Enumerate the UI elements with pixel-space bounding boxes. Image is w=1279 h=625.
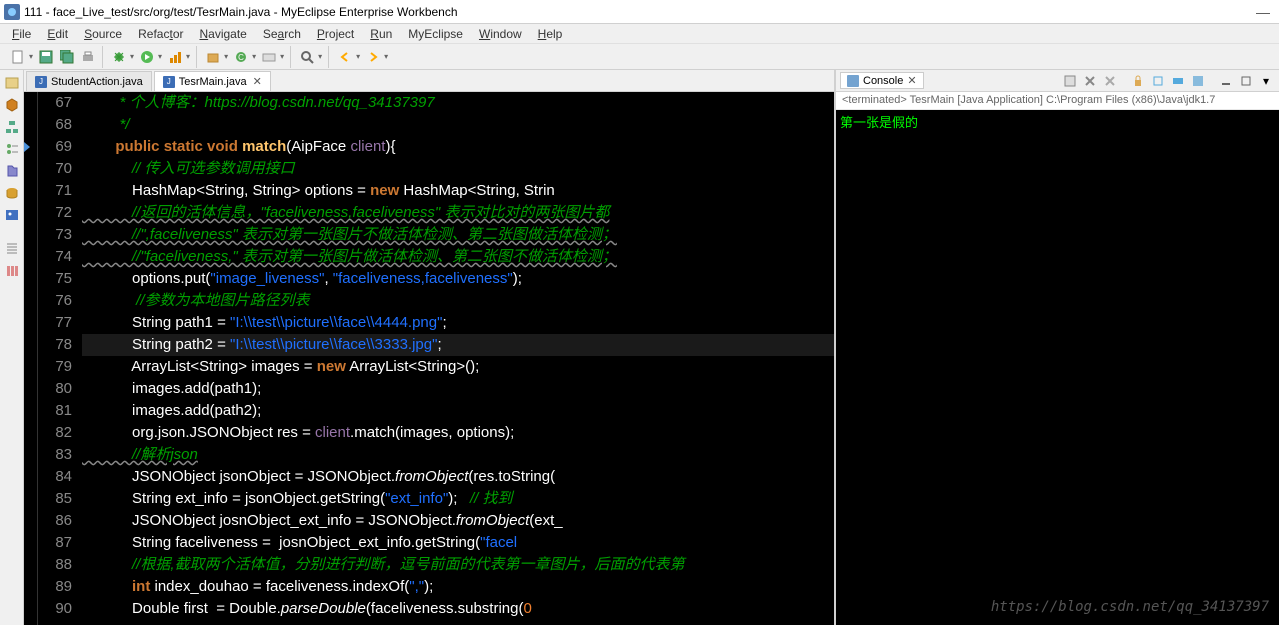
editor-area: J StudentAction.java J TesrMain.java ✕ 6… [24, 70, 834, 625]
marker-bar [24, 92, 38, 625]
menu-refactor[interactable]: Refactor [130, 25, 191, 43]
package-button[interactable] [203, 47, 223, 67]
dropdown-icon[interactable]: ▾ [184, 52, 192, 61]
cube-icon[interactable] [3, 96, 21, 114]
dropdown-icon[interactable]: ▾ [222, 52, 230, 61]
menu-myeclipse[interactable]: MyEclipse [400, 25, 471, 43]
svg-text:C: C [238, 53, 244, 62]
remove-terminated-button[interactable] [1081, 73, 1099, 89]
tab-label: TesrMain.java [179, 76, 247, 88]
dropdown-icon[interactable]: ▾ [156, 52, 164, 61]
menu-source[interactable]: Source [76, 25, 130, 43]
save-all-button[interactable] [57, 47, 77, 67]
app-icon [4, 4, 20, 20]
run-button[interactable] [137, 47, 157, 67]
save-button[interactable] [36, 47, 56, 67]
menu-search[interactable]: Search [255, 25, 309, 43]
profile-button[interactable] [165, 47, 185, 67]
pin-button[interactable] [1149, 73, 1167, 89]
menu-run[interactable]: Run [362, 25, 400, 43]
dropdown-icon[interactable]: ▾ [128, 52, 136, 61]
scroll-lock-button[interactable] [1129, 73, 1147, 89]
menu-bar: File Edit Source Refactor Navigate Searc… [0, 24, 1279, 44]
java-file-icon: J [35, 76, 47, 88]
db-icon[interactable] [3, 184, 21, 202]
display-selected-button[interactable] [1169, 73, 1187, 89]
maximize-view-icon[interactable] [1237, 73, 1255, 89]
menu-project[interactable]: Project [309, 25, 362, 43]
minimize-button[interactable]: — [1251, 4, 1275, 20]
console-output[interactable]: 第一张是假的 https://blog.csdn.net/qq_34137397 [836, 110, 1279, 625]
minimize-view-icon[interactable] [1217, 73, 1235, 89]
editor-tab-tesrmain[interactable]: J TesrMain.java ✕ [154, 71, 271, 91]
window-title: 111 - face_Live_test/src/org/test/TesrMa… [24, 5, 1251, 19]
left-vertical-toolbar [0, 70, 24, 625]
ruler-icon[interactable] [3, 240, 21, 258]
print-button[interactable] [78, 47, 98, 67]
console-launch-info: <terminated> TesrMain [Java Application]… [836, 92, 1279, 110]
dropdown-icon[interactable]: ▾ [278, 52, 286, 61]
bookmark-icon[interactable] [3, 262, 21, 280]
main-toolbar: ▾ ▾ ▾ ▾ ▾ C ▾ ▾ ▾ ▾ ▾ [0, 44, 1279, 70]
search-button[interactable] [297, 47, 317, 67]
class-button[interactable]: C [231, 47, 251, 67]
editor-tab-studentaction[interactable]: J StudentAction.java [26, 71, 152, 91]
menu-help[interactable]: Help [530, 25, 571, 43]
code-editor[interactable]: 6768 6970 717273 747576 777879 808182 83… [24, 92, 834, 625]
back-button[interactable] [335, 47, 355, 67]
view-menu-icon[interactable]: ▾ [1257, 73, 1275, 89]
package-explorer-icon[interactable] [3, 74, 21, 92]
clear-console-button[interactable] [1061, 73, 1079, 89]
dropdown-icon[interactable]: ▾ [382, 52, 390, 61]
menu-navigate[interactable]: Navigate [191, 25, 254, 43]
tab-label: StudentAction.java [51, 76, 143, 88]
java-file-icon: J [163, 76, 175, 88]
editor-tabs: J StudentAction.java J TesrMain.java ✕ [24, 70, 834, 92]
menu-edit[interactable]: Edit [39, 25, 76, 43]
debug-button[interactable] [109, 47, 129, 67]
open-console-button[interactable] [1189, 73, 1207, 89]
watermark-text: https://blog.csdn.net/qq_34137397 [991, 599, 1269, 615]
console-output-line: 第一张是假的 [840, 115, 918, 130]
dropdown-icon[interactable]: ▾ [316, 52, 324, 61]
console-panel: Console ✕ ▾ <terminated> TesrMain [Java … [834, 70, 1279, 625]
remove-all-button[interactable] [1101, 73, 1119, 89]
title-bar: 111 - face_Live_test/src/org/test/TesrMa… [0, 0, 1279, 24]
dropdown-icon[interactable]: ▾ [250, 52, 258, 61]
dropdown-icon[interactable]: ▾ [27, 52, 35, 61]
navigator-icon[interactable] [3, 162, 21, 180]
new-button[interactable] [8, 47, 28, 67]
close-icon[interactable]: ✕ [907, 74, 916, 87]
menu-file[interactable]: File [4, 25, 39, 43]
console-icon [847, 75, 859, 87]
forward-button[interactable] [363, 47, 383, 67]
image-icon[interactable] [3, 206, 21, 224]
console-tab-label: Console [863, 75, 903, 87]
type-hierarchy-icon[interactable] [3, 118, 21, 136]
close-icon[interactable]: ✕ [253, 75, 262, 88]
type-button[interactable] [259, 47, 279, 67]
code-content[interactable]: * 个人博客：https://blog.csdn.net/qq_34137397… [78, 92, 834, 625]
dropdown-icon[interactable]: ▾ [354, 52, 362, 61]
outline-icon[interactable] [3, 140, 21, 158]
menu-window[interactable]: Window [471, 25, 530, 43]
console-header: Console ✕ ▾ [836, 70, 1279, 92]
line-gutter: 6768 6970 717273 747576 777879 808182 83… [38, 92, 78, 625]
console-tab[interactable]: Console ✕ [840, 72, 924, 89]
